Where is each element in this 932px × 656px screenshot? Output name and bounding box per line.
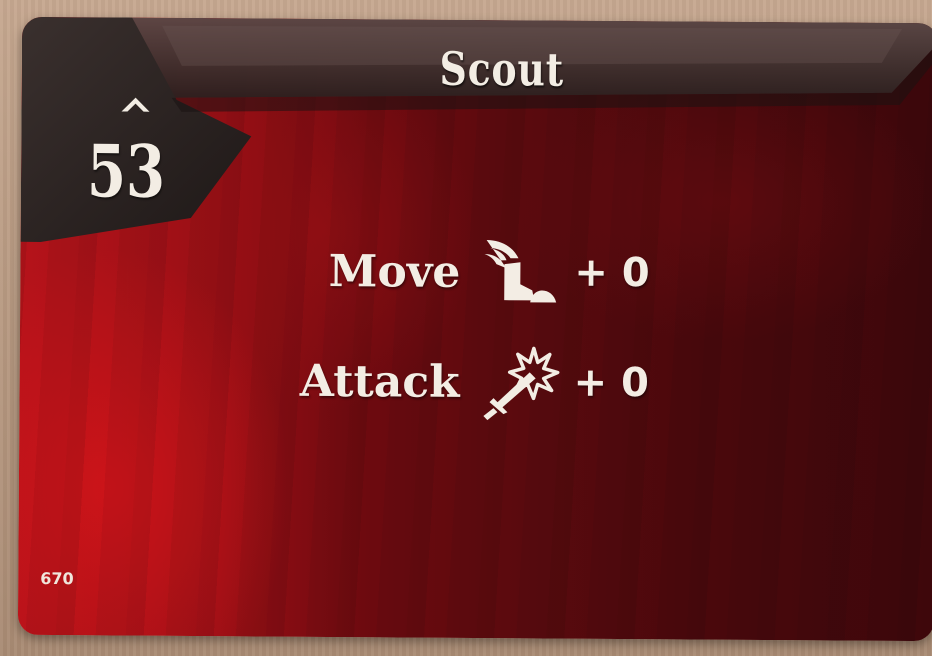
ability-label: Attack — [299, 355, 460, 408]
card-title: Scout — [439, 41, 565, 97]
ability-label: Move — [328, 245, 461, 298]
level-caret-icon — [119, 93, 151, 119]
ability-row-attack: Attack + 0 — [259, 340, 649, 423]
ability-card[interactable]: Scout 53 Move + 0 Attack + 0 670 — [17, 16, 932, 642]
card-number: 670 — [40, 568, 74, 589]
ability-value: + 0 — [574, 249, 650, 297]
ability-value: + 0 — [573, 359, 650, 407]
card-level: 53 — [86, 128, 166, 214]
sword-burst-icon — [479, 342, 560, 423]
winged-boot-icon — [480, 232, 561, 313]
ability-row-move: Move + 0 — [260, 230, 650, 313]
